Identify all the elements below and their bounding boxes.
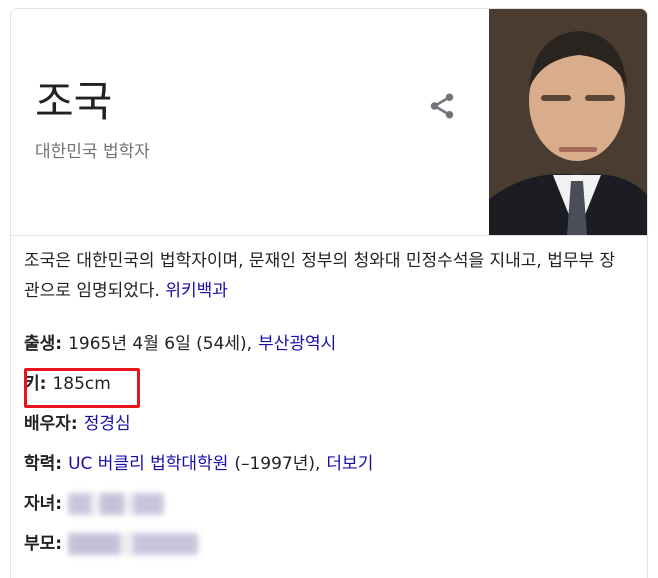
fact-label: 부모:: [24, 534, 63, 554]
fact-label: 배우자:: [24, 414, 78, 434]
fact-education: 학력: UC 버클리 법학대학원 (–1997년), 더보기: [24, 444, 624, 484]
description: 조국은 대한민국의 법학자이며, 문재인 정부의 청와대 민정수석을 지내고, …: [24, 246, 624, 306]
description-text: 조국은 대한민국의 법학자이며, 문재인 정부의 청와대 민정수석을 지내고, …: [24, 251, 616, 301]
profile-photo[interactable]: [489, 9, 647, 235]
wikipedia-link[interactable]: 위키백과: [165, 281, 228, 301]
blurred-value: [68, 493, 165, 515]
page-subtitle: 대한민국 법학자: [35, 142, 150, 162]
education-link[interactable]: UC 버클리 법학대학원: [68, 449, 228, 479]
panel-header: 조국 대한민국 법학자: [11, 9, 647, 235]
birthplace-link[interactable]: 부산광역시: [258, 329, 336, 359]
facts-list: 출생: 1965년 4월 6일 (54세), 부산광역시 키: 185cm 배우…: [24, 324, 624, 564]
fact-value: (–1997년),: [234, 454, 321, 474]
fact-label: 출생:: [24, 334, 63, 354]
fact-label: 자녀:: [24, 494, 63, 514]
height-highlight-box: [24, 368, 140, 408]
page-title: 조국: [35, 77, 113, 126]
fact-birth: 출생: 1965년 4월 6일 (54세), 부산광역시: [24, 324, 624, 364]
fact-value: 1965년 4월 6일 (54세),: [68, 334, 253, 354]
spouse-link[interactable]: 정경심: [84, 409, 131, 439]
share-icon[interactable]: [427, 91, 457, 121]
blurred-value: [68, 533, 199, 555]
more-link[interactable]: 더보기: [326, 449, 373, 479]
fact-parents: 부모:: [24, 524, 624, 564]
header-divider: [11, 235, 647, 236]
fact-label: 학력:: [24, 454, 63, 474]
fact-children: 자녀:: [24, 484, 624, 524]
fact-spouse: 배우자: 정경심: [24, 404, 624, 444]
